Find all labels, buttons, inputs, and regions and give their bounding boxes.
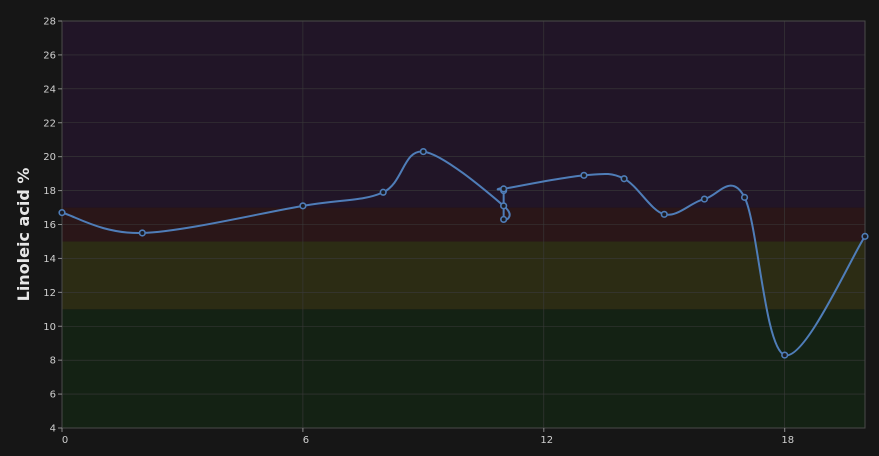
y-tick-label: 26 [43,50,56,61]
y-tick-label: 28 [43,17,56,28]
y-tick-label: 14 [43,254,56,265]
data-point[interactable] [620,175,628,183]
y-tick-label: 22 [43,118,56,129]
y-tick-label: 18 [43,186,56,197]
y-tick-label: 6 [50,390,56,401]
data-point[interactable] [700,195,709,203]
band-3 [62,21,865,208]
data-point[interactable] [379,188,387,196]
y-tick-label: 24 [43,84,56,95]
y-tick-label: 4 [50,424,56,435]
x-axis-ticks: 0 6 12 18 [61,428,794,446]
data-point[interactable] [299,202,307,210]
data-point[interactable] [500,185,508,193]
x-tick-label: 12 [540,435,553,446]
data-point[interactable] [500,215,508,224]
data-point[interactable] [740,193,749,201]
y-tick-label: 10 [43,322,56,333]
y-tick-label: 12 [43,288,56,299]
data-point[interactable] [58,209,66,217]
x-tick-label: 18 [781,435,794,446]
data-point[interactable] [419,147,427,156]
line-chart: 4 6 8 10 12 14 16 18 20 22 24 26 28 0 6 12 18 Linoleic … [14,17,869,446]
y-axis-ticks: 4 6 8 10 12 14 16 18 20 22 24 26 28 [43,17,62,435]
data-point[interactable] [580,171,588,179]
data-point[interactable] [660,210,668,218]
x-tick-label: 6 [303,435,309,446]
data-point[interactable] [861,232,869,240]
y-axis-title: Linoleic acid % [14,168,33,302]
band-1 [62,241,865,310]
data-point[interactable] [781,351,789,359]
y-tick-label: 16 [43,220,56,231]
band-0 [62,309,865,428]
y-tick-label: 20 [43,152,56,163]
data-point[interactable] [500,202,508,210]
data-point[interactable] [138,229,146,237]
chart-root: 4 6 8 10 12 14 16 18 20 22 24 26 28 0 6 12 18 Linoleic … [0,0,879,456]
y-tick-label: 8 [50,356,56,367]
x-tick-label: 0 [62,435,68,446]
